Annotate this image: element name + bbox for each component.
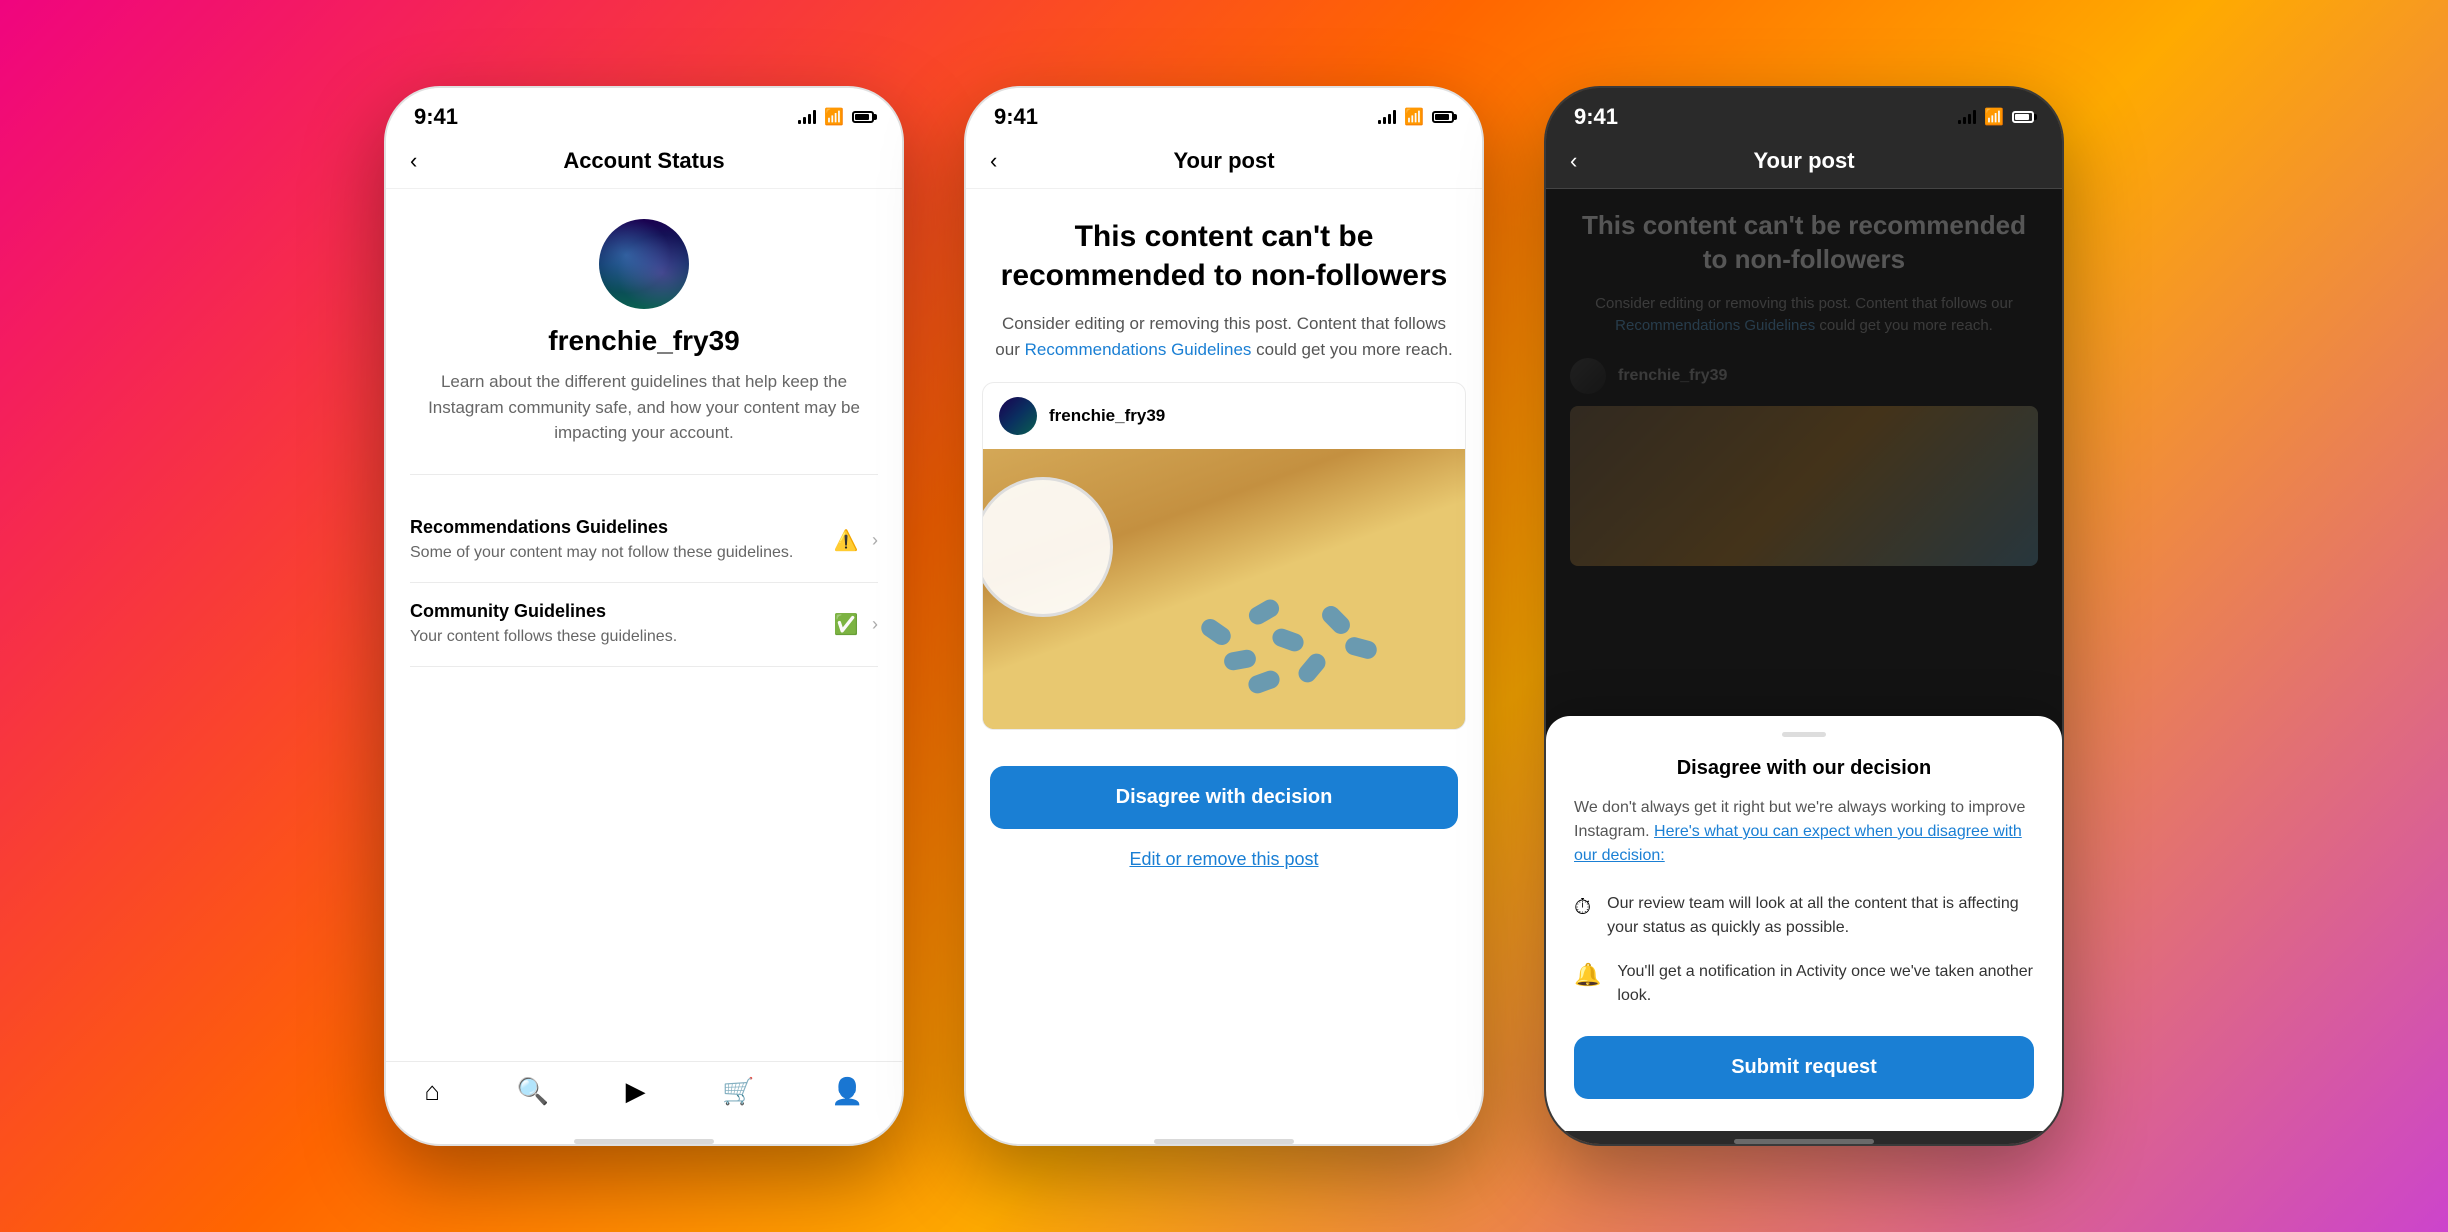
screen1-content: frenchie_fry39 Learn about the different… <box>386 189 902 1061</box>
battery-icon-2 <box>1432 111 1454 123</box>
bottom-nav: ⌂ 🔍 ▶ 🛒 👤 <box>386 1061 902 1131</box>
check-icon: ✅ <box>830 609 862 641</box>
post-card: frenchie_fry39 <box>982 382 1466 730</box>
home-indicator-1 <box>574 1139 714 1144</box>
avatar-wave <box>599 219 689 309</box>
nav-header-1: ‹ Account Status <box>386 138 902 189</box>
status-icons-3: 📶 <box>1958 107 2034 127</box>
pill-8 <box>1198 615 1235 648</box>
status-bar-1: 9:41 📶 <box>386 88 902 138</box>
phone-your-post: 9:41 📶 ‹ Your post This content can't be… <box>964 86 1484 1146</box>
username-label: frenchie_fry39 <box>548 325 739 357</box>
nav-title-1: Account Status <box>563 148 724 174</box>
pill-4 <box>1319 603 1354 638</box>
chevron-right-icon-2: › <box>872 614 878 635</box>
bottom-sheet: Disagree with our decision We don't alwa… <box>1546 716 2062 1131</box>
sheet-item-text-1: Our review team will look at all the con… <box>1607 892 2034 940</box>
signal-icon-1 <box>798 110 816 124</box>
search-icon[interactable]: 🔍 <box>517 1076 549 1107</box>
bell-icon: 🔔 <box>1574 962 1601 988</box>
home-indicator-3 <box>1734 1139 1874 1144</box>
back-button-3[interactable]: ‹ <box>1570 148 1577 174</box>
post-header-section: This content can't be recommended to non… <box>966 189 1482 382</box>
sheet-title: Disagree with our decision <box>1574 757 2034 780</box>
pill-1 <box>1246 596 1283 628</box>
warning-icon: ⚠️ <box>830 524 862 556</box>
guideline-sub-2: Your content follows these guidelines. <box>410 626 820 648</box>
sheet-item-1: ⏱ Our review team will look at all the c… <box>1574 892 2034 940</box>
battery-icon-1 <box>852 111 874 123</box>
back-button-1[interactable]: ‹ <box>410 148 417 174</box>
reels-icon[interactable]: ▶ <box>626 1076 646 1107</box>
phone3-top: 9:41 📶 ‹ Your post <box>1546 88 2062 189</box>
pill-2 <box>1270 626 1306 654</box>
edit-remove-link[interactable]: Edit or remove this post <box>990 849 1458 870</box>
disagree-button[interactable]: Disagree with decision <box>990 766 1458 829</box>
guideline-title-2: Community Guidelines <box>410 601 820 622</box>
phone3-inner: 9:41 📶 ‹ Your post This content ca <box>1546 88 2062 1144</box>
nav-title-3: Your post <box>1753 148 1854 174</box>
pill-7 <box>1246 668 1282 696</box>
clock-icon: ⏱ <box>1574 894 1591 920</box>
avatar <box>599 219 689 309</box>
pill-3 <box>1223 648 1258 671</box>
post-avatar <box>999 397 1037 435</box>
post-restriction-desc: Consider editing or removing this post. … <box>990 311 1458 362</box>
profile-icon[interactable]: 👤 <box>831 1076 863 1107</box>
desc-text-after: could get you more reach. <box>1256 340 1453 359</box>
wifi-icon-2: 📶 <box>1404 107 1424 127</box>
sheet-description: We don't always get it right but we're a… <box>1574 796 2034 868</box>
pill-container <box>983 449 1465 729</box>
post-restriction-title: This content can't be recommended to non… <box>990 217 1458 295</box>
status-bar-3: 9:41 📶 <box>1546 88 2062 138</box>
submit-request-button[interactable]: Submit request <box>1574 1036 2034 1099</box>
post-card-header: frenchie_fry39 <box>983 383 1465 449</box>
post-image <box>983 449 1465 729</box>
phone3-background: This content can't be recommended to non… <box>1546 189 2062 1131</box>
rec-guidelines-link[interactable]: Recommendations Guidelines <box>1025 340 1252 359</box>
phone-account-status: 9:41 📶 ‹ Account Status frenchie_fry39 L… <box>384 86 904 1146</box>
status-time-3: 9:41 <box>1574 104 1618 130</box>
status-bar-2: 9:41 📶 <box>966 88 1482 138</box>
nav-header-2: ‹ Your post <box>966 138 1482 189</box>
guideline-text-2: Community Guidelines Your content follow… <box>410 601 820 648</box>
sheet-item-text-2: You'll get a notification in Activity on… <box>1617 960 2034 1008</box>
sheet-item-2: 🔔 You'll get a notification in Activity … <box>1574 960 2034 1008</box>
back-button-2[interactable]: ‹ <box>990 148 997 174</box>
wifi-icon-1: 📶 <box>824 107 844 127</box>
sheet-handle <box>1782 732 1826 737</box>
status-icons-2: 📶 <box>1378 107 1454 127</box>
guideline-title-1: Recommendations Guidelines <box>410 517 820 538</box>
profile-description: Learn about the different guidelines tha… <box>410 369 878 446</box>
guideline-sub-1: Some of your content may not follow thes… <box>410 542 820 564</box>
guidelines-list: Recommendations Guidelines Some of your … <box>410 499 878 668</box>
signal-icon-3 <box>1958 110 1976 124</box>
wifi-icon-3: 📶 <box>1984 107 2004 127</box>
shop-icon[interactable]: 🛒 <box>722 1076 754 1107</box>
profile-section: frenchie_fry39 Learn about the different… <box>410 219 878 475</box>
chevron-right-icon-1: › <box>872 530 878 551</box>
nav-header-3: ‹ Your post <box>1546 138 2062 189</box>
status-time-1: 9:41 <box>414 104 458 130</box>
post-card-username: frenchie_fry39 <box>1049 406 1165 426</box>
signal-icon-2 <box>1378 110 1396 124</box>
phone-disagree-sheet: 9:41 📶 ‹ Your post This content ca <box>1544 86 2064 1146</box>
status-time-2: 9:41 <box>994 104 1038 130</box>
action-section: Disagree with decision Edit or remove th… <box>966 750 1482 890</box>
screen2-content: This content can't be recommended to non… <box>966 189 1482 1131</box>
pill-5 <box>1295 650 1329 686</box>
guideline-text-1: Recommendations Guidelines Some of your … <box>410 517 820 564</box>
home-indicator-2 <box>1154 1139 1294 1144</box>
recommendations-guideline-item[interactable]: Recommendations Guidelines Some of your … <box>410 499 878 583</box>
nav-title-2: Your post <box>1173 148 1274 174</box>
medicine-cup <box>983 477 1113 617</box>
pill-6 <box>1343 636 1379 662</box>
home-icon[interactable]: ⌂ <box>424 1076 440 1107</box>
community-guideline-item[interactable]: Community Guidelines Your content follow… <box>410 583 878 667</box>
status-icons-1: 📶 <box>798 107 874 127</box>
battery-icon-3 <box>2012 111 2034 123</box>
